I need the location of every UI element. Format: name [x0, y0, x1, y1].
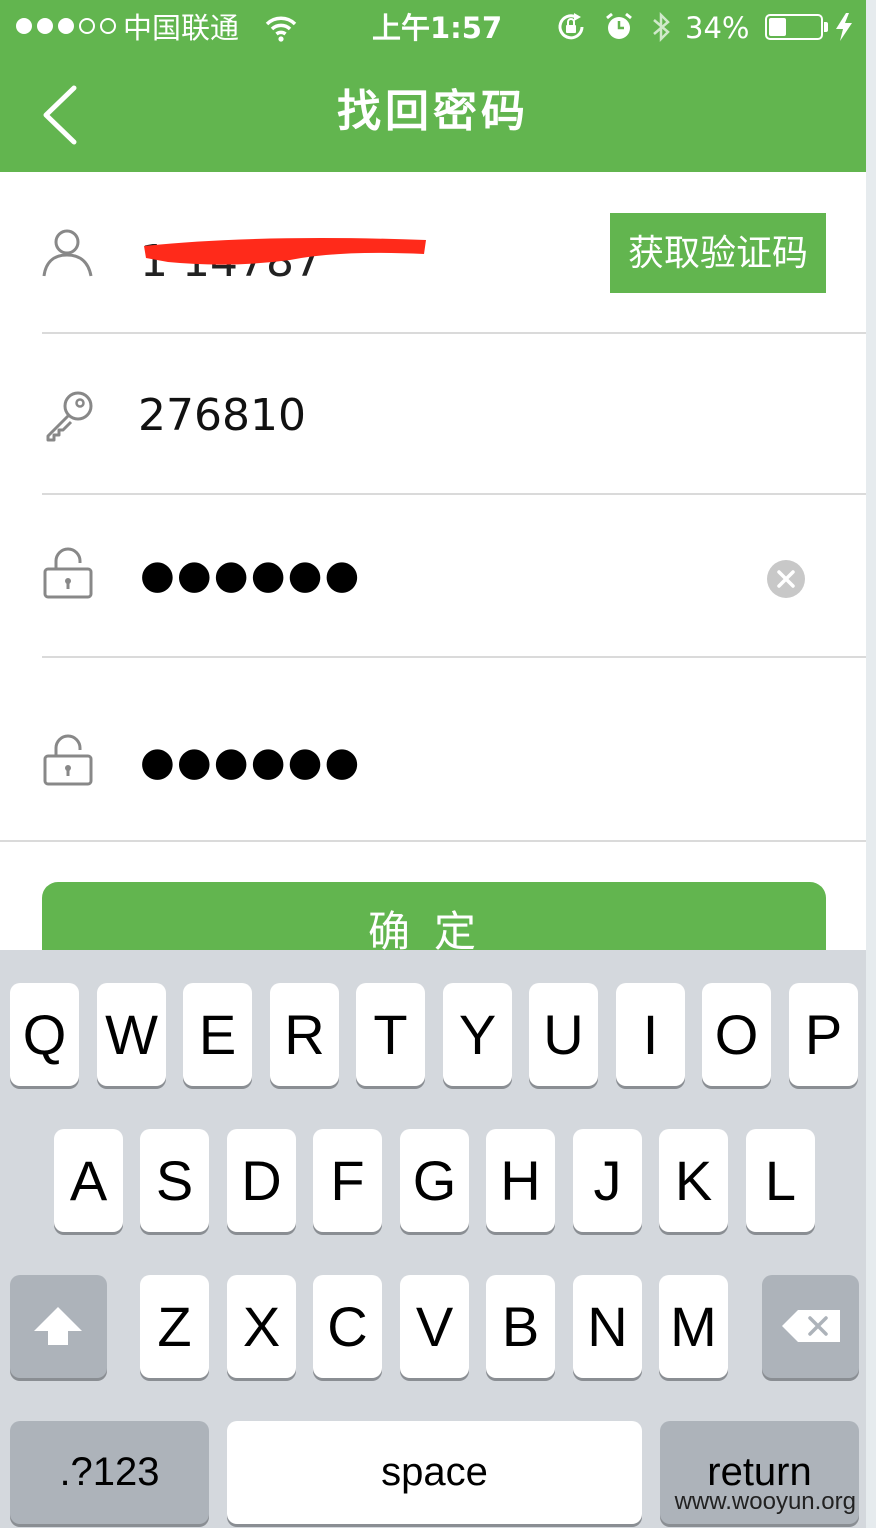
- key-n[interactable]: N: [573, 1275, 642, 1378]
- backspace-icon: [782, 1310, 840, 1342]
- signal-strength-icon: [16, 18, 116, 34]
- key-k[interactable]: K: [659, 1129, 728, 1232]
- key-o[interactable]: O: [702, 983, 771, 1086]
- right-edge: [866, 0, 876, 1528]
- wifi-icon: [265, 16, 297, 42]
- divider: [0, 840, 866, 842]
- key-e[interactable]: E: [183, 983, 252, 1086]
- key-d[interactable]: D: [227, 1129, 296, 1232]
- confirm-password-row: ●●●●●●: [0, 658, 866, 840]
- key-icon: [46, 391, 93, 442]
- bluetooth-icon: [653, 11, 670, 43]
- key-v[interactable]: V: [400, 1275, 469, 1378]
- key-f[interactable]: F: [313, 1129, 382, 1232]
- key-m[interactable]: M: [659, 1275, 728, 1378]
- space-key[interactable]: space: [227, 1421, 642, 1524]
- new-password-input[interactable]: ●●●●●●: [140, 547, 361, 603]
- charging-bolt-icon: [836, 13, 852, 41]
- unlock-icon: [43, 734, 93, 786]
- watermark: www.wooyun.org: [674, 1488, 856, 1515]
- battery-percent-label: 34%: [685, 11, 750, 45]
- key-a[interactable]: A: [54, 1129, 123, 1232]
- user-icon: [42, 229, 93, 277]
- carrier-label: 中国联通: [123, 11, 240, 45]
- battery-tip: [824, 22, 828, 32]
- key-w[interactable]: W: [97, 983, 166, 1086]
- battery-icon: [765, 14, 823, 40]
- key-l[interactable]: L: [746, 1129, 815, 1232]
- key-g[interactable]: G: [400, 1129, 469, 1232]
- key-b[interactable]: B: [486, 1275, 555, 1378]
- key-q[interactable]: Q: [10, 983, 79, 1086]
- get-verification-code-button[interactable]: 获取验证码: [610, 213, 826, 293]
- redaction-mark: [144, 238, 426, 265]
- key-j[interactable]: J: [573, 1129, 642, 1232]
- status-bar: 中国联通 上午1:57 34%: [0, 0, 866, 56]
- numbers-key[interactable]: .?123: [10, 1421, 209, 1524]
- orientation-lock-icon: [558, 13, 584, 40]
- phone-screen: 中国联通 上午1:57 34% 找回密码 1 获取验证码 276810 ●●●●…: [0, 0, 876, 1528]
- delete-key[interactable]: [762, 1275, 859, 1378]
- key-s[interactable]: S: [140, 1129, 209, 1232]
- key-u[interactable]: U: [529, 983, 598, 1086]
- code-row: 276810: [0, 334, 866, 494]
- shift-key[interactable]: [10, 1275, 107, 1378]
- key-h[interactable]: H: [486, 1129, 555, 1232]
- verification-code-input[interactable]: 276810: [138, 388, 306, 444]
- key-r[interactable]: R: [270, 983, 339, 1086]
- unlock-icon: [43, 547, 93, 599]
- clear-circle-icon: [777, 570, 795, 588]
- page-title: 找回密码: [337, 86, 529, 137]
- key-x[interactable]: X: [227, 1275, 296, 1378]
- clear-button[interactable]: [767, 560, 805, 598]
- new-password-row: ●●●●●●: [0, 495, 866, 657]
- clock-label: 上午1:57: [372, 11, 503, 45]
- key-y[interactable]: Y: [443, 983, 512, 1086]
- key-p[interactable]: P: [789, 983, 858, 1086]
- shift-arrow-icon: [34, 1307, 82, 1345]
- key-t[interactable]: T: [356, 983, 425, 1086]
- key-c[interactable]: C: [313, 1275, 382, 1378]
- key-i[interactable]: I: [616, 983, 685, 1086]
- navigation-bar: 找回密码: [0, 56, 866, 172]
- on-screen-keyboard: Q W E R T Y U I O P A S D F G H J K L Z …: [0, 950, 866, 1528]
- alarm-icon: [606, 12, 632, 39]
- confirm-password-input[interactable]: ●●●●●●: [140, 734, 361, 790]
- key-z[interactable]: Z: [140, 1275, 209, 1378]
